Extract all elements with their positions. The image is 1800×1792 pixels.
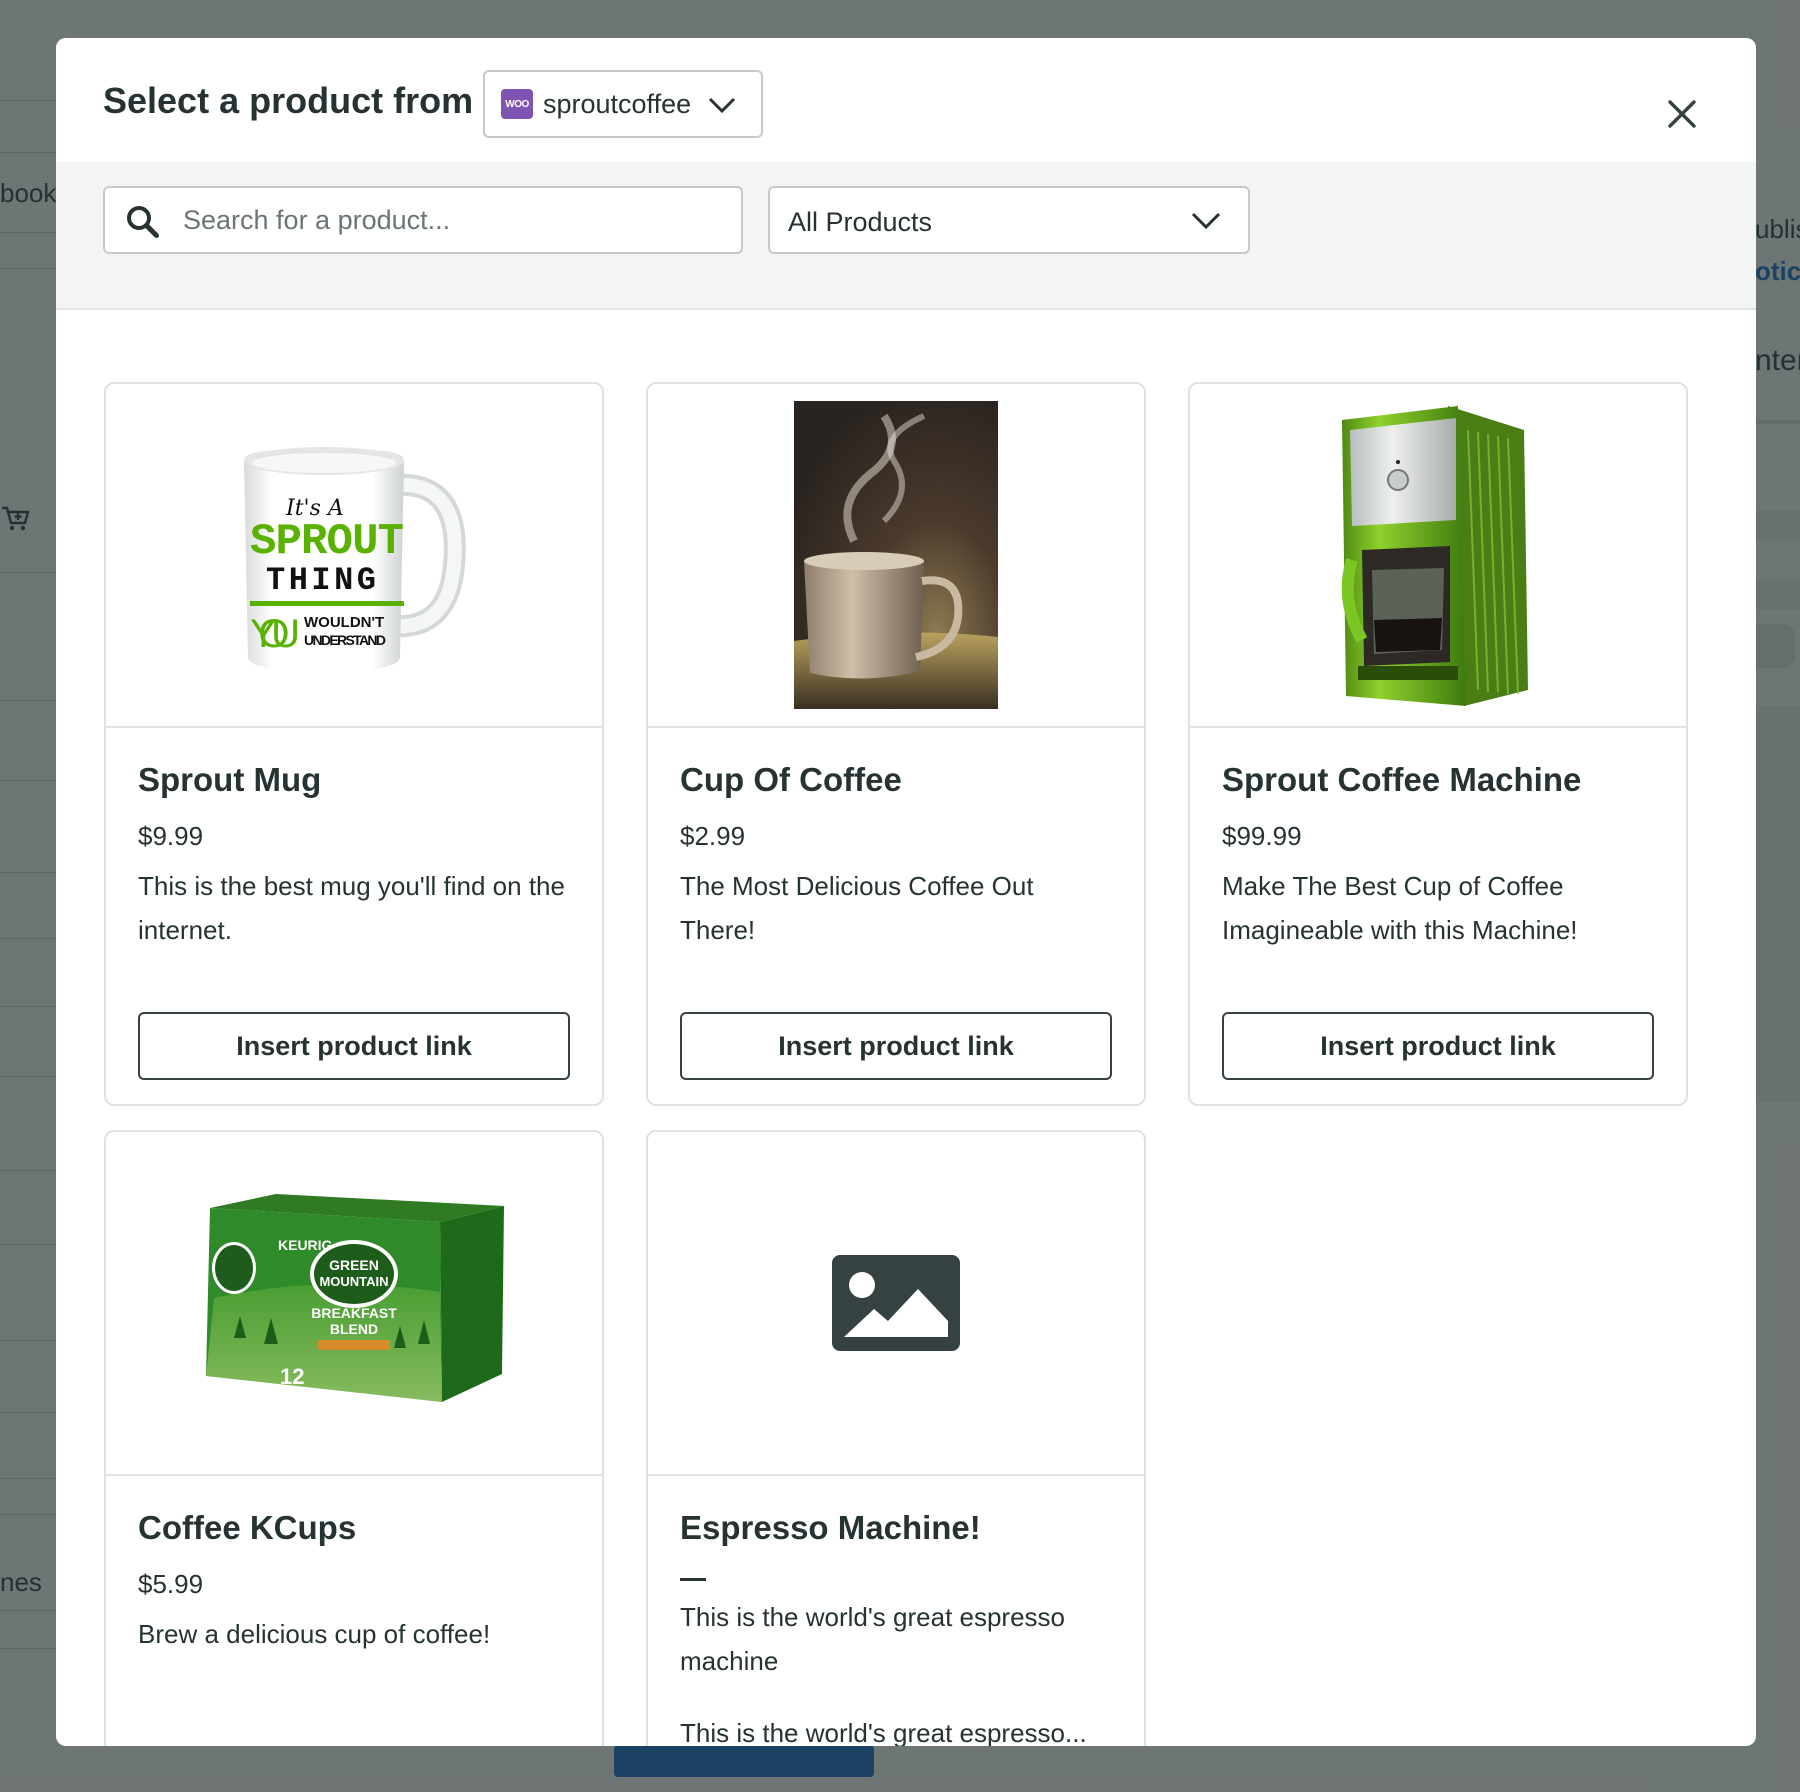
product-name: Cup Of Coffee xyxy=(680,761,902,798)
product-description: This is the world's great espresso machi… xyxy=(680,1602,1066,1676)
insert-product-link-button[interactable]: Insert product link xyxy=(680,1012,1112,1080)
close-button[interactable] xyxy=(1654,86,1710,142)
product-description-truncated: This is the world's great espresso... xyxy=(680,1718,1087,1746)
product-image xyxy=(1190,384,1686,728)
product-name: Coffee KCups xyxy=(138,1509,357,1546)
mug-text: SPROUT xyxy=(250,517,404,567)
mug-text: YOU xyxy=(250,612,300,656)
product-image xyxy=(648,1132,1144,1476)
product-price: — xyxy=(680,1578,706,1581)
product-card: Espresso Machine! — This is the world's … xyxy=(646,1130,1146,1746)
product-card-body: Sprout Coffee Machine $99.99 Make The Be… xyxy=(1190,728,1686,952)
product-name: Espresso Machine! xyxy=(680,1509,981,1546)
product-grid: It's A SPROUT THING YOU WOULDN'T UNDERST… xyxy=(56,310,1756,1746)
product-name: Sprout Mug xyxy=(138,761,322,798)
product-card: Sprout Coffee Machine $99.99 Make The Be… xyxy=(1188,382,1688,1106)
product-description: Brew a delicious cup of coffee! xyxy=(138,1619,491,1649)
woocommerce-logo-icon: WOO xyxy=(501,89,533,119)
mug-text: WOULDN'T xyxy=(304,614,384,631)
product-card-body: Coffee KCups $5.99 Brew a delicious cup … xyxy=(106,1476,602,1656)
product-picker-modal: Select a product from WOO sproutcoffee A… xyxy=(56,38,1756,1746)
insert-product-link-button[interactable]: Insert product link xyxy=(1222,1012,1654,1080)
product-filter-value: All Products xyxy=(788,207,933,237)
kcup-text: BLEND xyxy=(330,1321,378,1337)
product-card: GREEN MOUNTAIN KEURIG BREAKFAST BLEND 12… xyxy=(104,1130,604,1746)
product-description: The Most Delicious Coffee Out There! xyxy=(680,871,1034,945)
product-image xyxy=(648,384,1144,728)
close-icon xyxy=(1668,100,1696,128)
mug-image: It's A SPROUT THING YOU WOULDN'T UNDERST… xyxy=(244,447,466,671)
product-price: $9.99 xyxy=(138,821,204,851)
search-box xyxy=(103,186,743,254)
insert-product-link-button[interactable]: Insert product link xyxy=(138,1012,570,1080)
coffee-machine-image xyxy=(1341,406,1528,706)
product-image: GREEN MOUNTAIN KEURIG BREAKFAST BLEND 12 xyxy=(106,1132,602,1476)
product-image: It's A SPROUT THING YOU WOULDN'T UNDERST… xyxy=(106,384,602,728)
modal-header: Select a product from WOO sproutcoffee xyxy=(56,38,1756,162)
search-icon xyxy=(127,206,159,238)
search-input[interactable] xyxy=(183,196,723,244)
kcup-text: 12 xyxy=(280,1364,304,1389)
product-price: $5.99 xyxy=(138,1569,204,1599)
product-filter-select[interactable]: All Products xyxy=(768,186,1250,254)
kcup-box-image: GREEN MOUNTAIN KEURIG BREAKFAST BLEND 12 xyxy=(206,1194,504,1402)
kcup-text: GREEN xyxy=(329,1257,379,1273)
product-name: Sprout Coffee Machine xyxy=(1222,761,1582,798)
kcup-text: MOUNTAIN xyxy=(319,1274,388,1289)
kcup-text: KEURIG xyxy=(278,1237,333,1253)
filter-bar: All Products xyxy=(56,162,1756,310)
mug-text: UNDERSTAND xyxy=(304,632,386,648)
product-price: $2.99 xyxy=(680,821,746,851)
coffee-cup-photo xyxy=(794,401,998,709)
store-select-value: sproutcoffee xyxy=(543,88,692,119)
product-card-body: Espresso Machine! — This is the world's … xyxy=(648,1476,1144,1746)
product-price: $99.99 xyxy=(1222,821,1302,851)
image-placeholder-icon xyxy=(832,1255,960,1351)
product-card-body: Cup Of Coffee $2.99 The Most Delicious C… xyxy=(648,728,1144,952)
mug-text: THING xyxy=(266,562,376,599)
kcup-text: BREAKFAST xyxy=(311,1305,397,1321)
chevron-down-icon xyxy=(708,97,736,114)
product-card-body: Sprout Mug $9.99 This is the best mug yo… xyxy=(106,728,602,952)
modal-title: Select a product from xyxy=(103,80,474,121)
product-description: This is the best mug you'll find on the … xyxy=(138,871,565,945)
chevron-down-icon xyxy=(1191,212,1221,230)
product-card: It's A SPROUT THING YOU WOULDN'T UNDERST… xyxy=(104,382,604,1106)
store-select[interactable]: WOO sproutcoffee xyxy=(483,70,763,138)
product-card: Cup Of Coffee $2.99 The Most Delicious C… xyxy=(646,382,1146,1106)
product-description: Make The Best Cup of Coffee Imagineable … xyxy=(1222,871,1578,945)
